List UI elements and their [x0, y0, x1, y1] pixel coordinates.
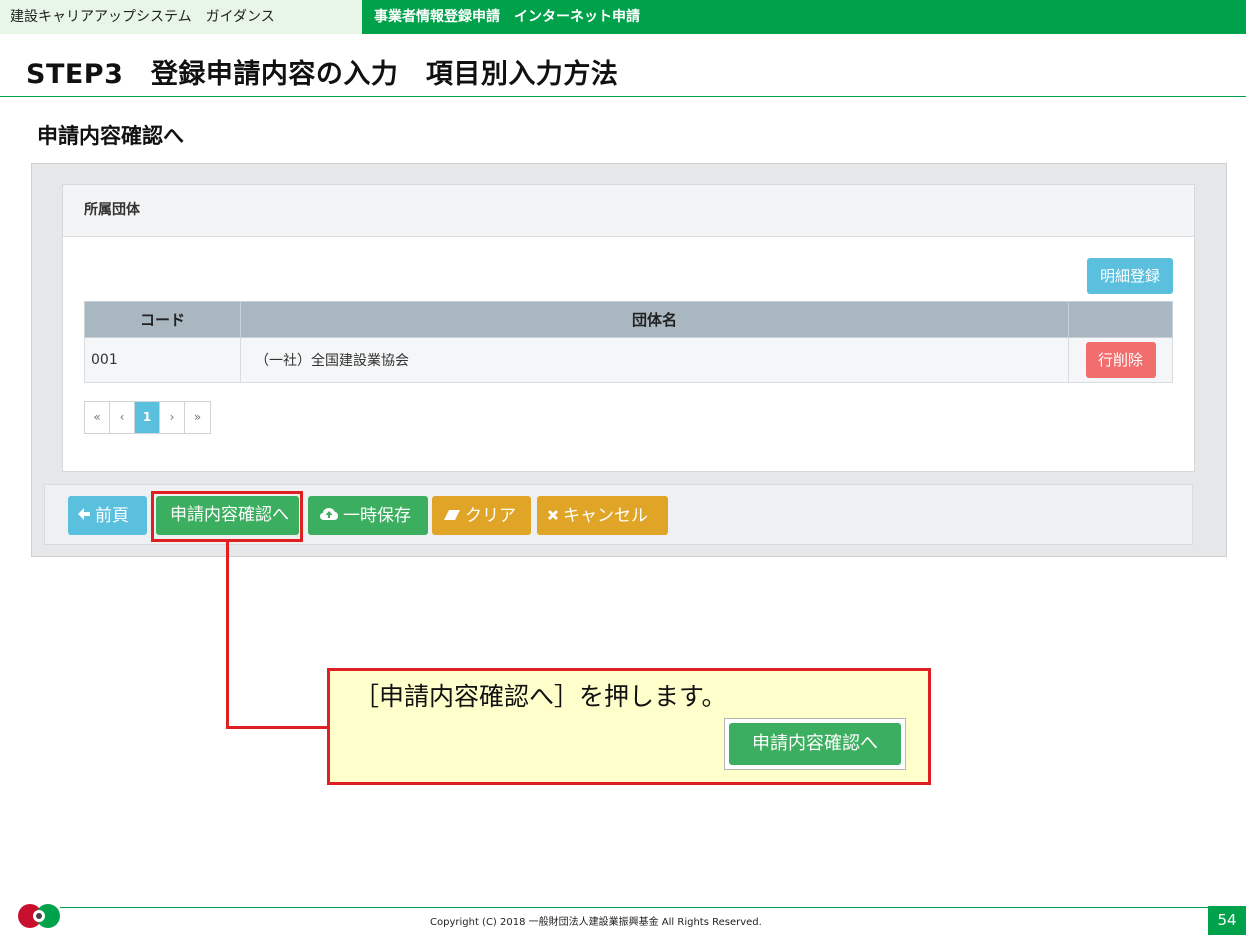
callout-connector-horizontal: [226, 726, 330, 729]
page-number: 54: [1208, 906, 1246, 935]
affiliation-card: 所属団体 明細登録 コード 団体名 001 （一社）全国建設業協会 行削除 « …: [62, 184, 1195, 472]
close-icon: [547, 496, 559, 535]
card-title: 所属団体: [63, 185, 1194, 237]
cell-code: 001: [84, 337, 241, 383]
column-header-action: [1068, 301, 1173, 338]
detail-register-button[interactable]: 明細登録: [1087, 258, 1173, 294]
eraser-icon: [443, 496, 461, 535]
clear-label: クリア: [465, 506, 516, 526]
guide-tab: 建設キャリアアップシステム ガイダンス: [0, 0, 362, 34]
temp-save-label: 一時保存: [343, 506, 411, 526]
callout-text: ［申請内容確認へ］を押します。: [354, 682, 727, 711]
column-header-code: コード: [84, 301, 241, 338]
page-last[interactable]: »: [185, 402, 210, 433]
top-bar: 建設キャリアアップシステム ガイダンス 事業者情報登録申請 インターネット申請: [0, 0, 1246, 34]
callout-confirm-button: 申請内容確認へ: [729, 723, 901, 765]
prev-page-label: 前頁: [95, 506, 129, 526]
column-header-name: 団体名: [240, 301, 1069, 338]
prev-page-button[interactable]: 前頁: [68, 496, 147, 535]
cancel-button[interactable]: キャンセル: [537, 496, 668, 535]
title-divider: [0, 96, 1246, 97]
instruction-callout: ［申請内容確認へ］を押します。 申請内容確認へ: [327, 668, 931, 785]
app-tab: 事業者情報登録申請 インターネット申請: [374, 9, 640, 25]
page-next[interactable]: ›: [160, 402, 185, 433]
highlight-box: [151, 491, 303, 542]
page-first[interactable]: «: [85, 402, 110, 433]
cell-name: （一社）全国建設業協会: [240, 337, 1069, 383]
ccus-logo-icon: [17, 900, 61, 932]
page-current[interactable]: 1: [135, 402, 160, 433]
footer-divider: [60, 907, 1246, 908]
page-prev[interactable]: ‹: [110, 402, 135, 433]
arrow-left-icon: [77, 496, 91, 535]
callout-connector-vertical: [226, 542, 229, 729]
delete-row-button[interactable]: 行削除: [1085, 342, 1156, 378]
affiliation-table: コード 団体名 001 （一社）全国建設業協会 行削除: [84, 301, 1173, 383]
pagination: « ‹ 1 › »: [84, 401, 211, 434]
cancel-label: キャンセル: [563, 506, 648, 526]
step-title: STEP3 登録申請内容の入力 項目別入力方法: [26, 59, 619, 90]
temp-save-button[interactable]: 一時保存: [308, 496, 428, 535]
callout-button-sample: 申請内容確認へ: [724, 718, 906, 770]
cloud-upload-icon: [319, 496, 339, 535]
section-title: 申請内容確認へ: [37, 124, 184, 148]
clear-button[interactable]: クリア: [432, 496, 531, 535]
cell-action: 行削除: [1068, 337, 1173, 383]
table-row: 001 （一社）全国建設業協会 行削除: [84, 337, 1173, 383]
guidance-page: 建設キャリアアップシステム ガイダンス 事業者情報登録申請 インターネット申請 …: [0, 0, 1246, 935]
copyright-text: Copyright (C) 2018 一般財団法人建設業振興基金 All Rig…: [430, 917, 762, 928]
